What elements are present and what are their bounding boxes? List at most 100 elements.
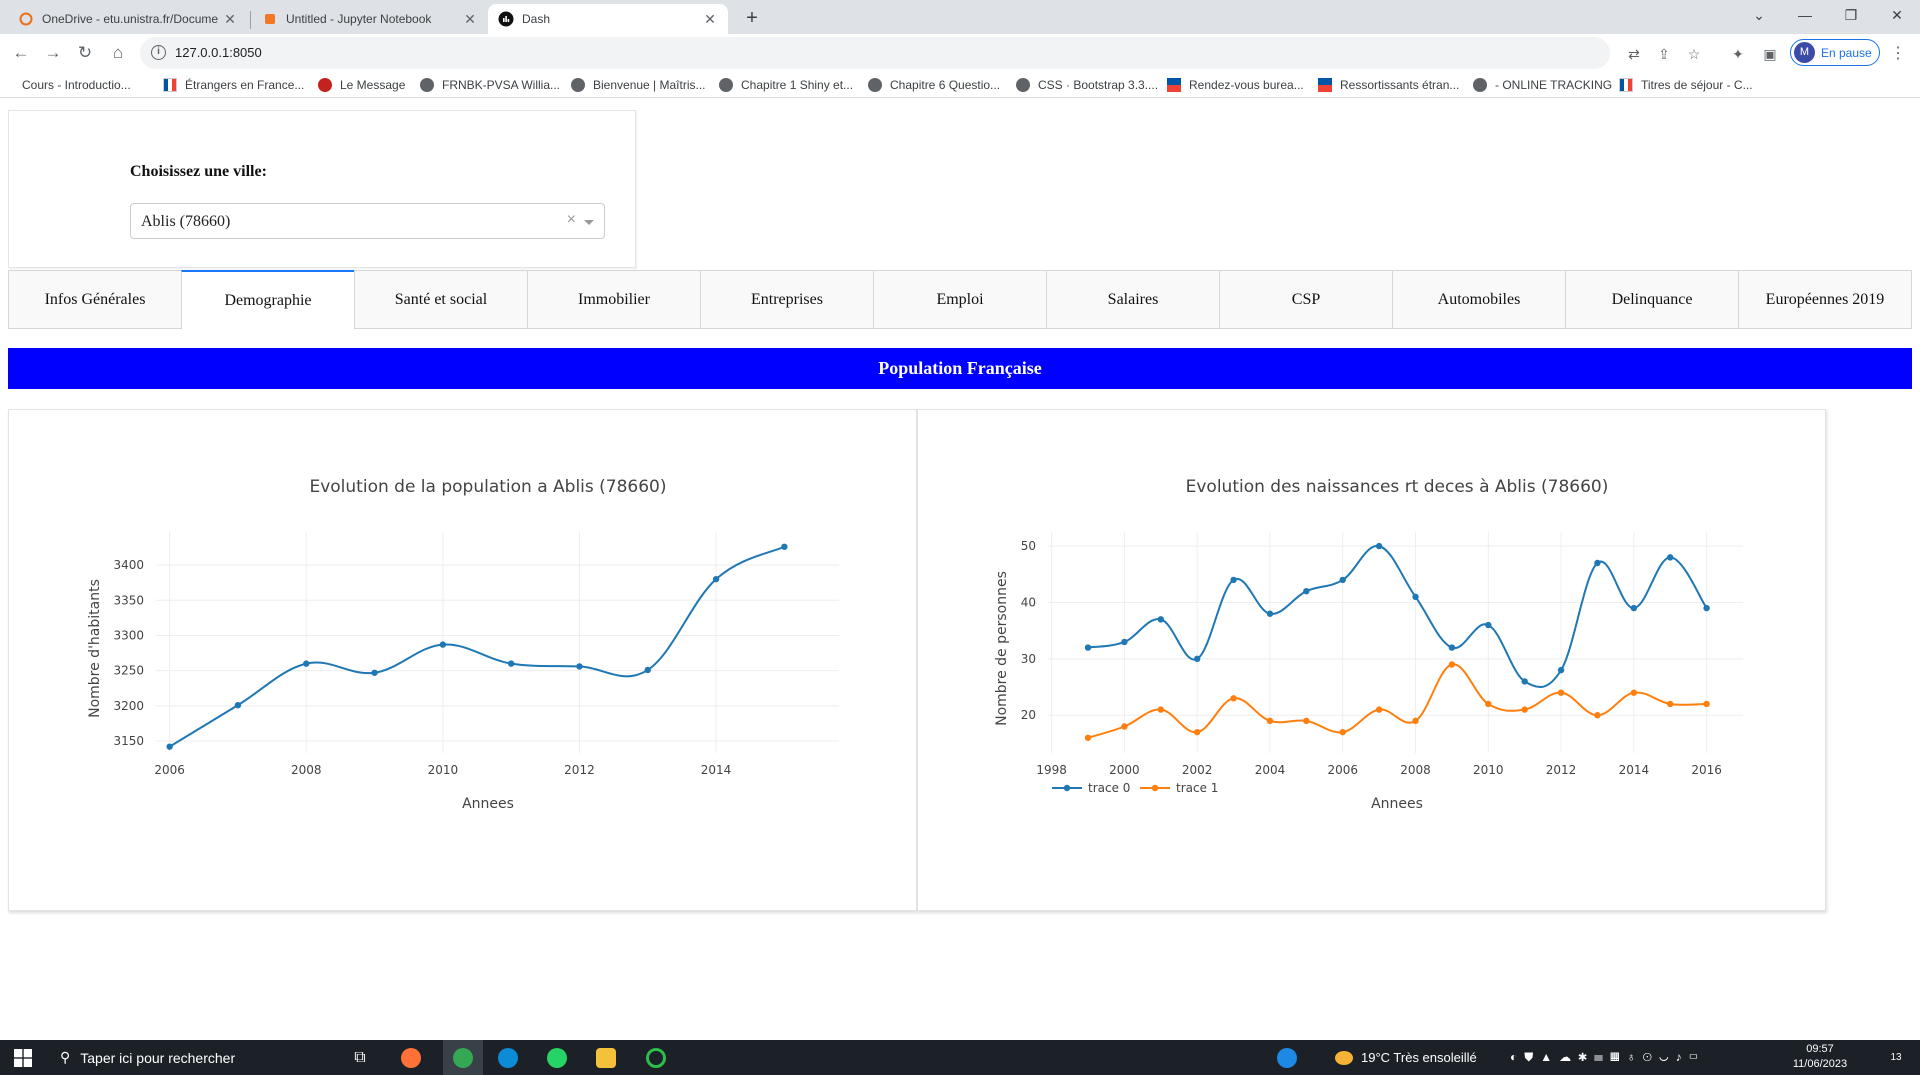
data-point — [1375, 542, 1383, 550]
reload-icon[interactable]: ↻ — [71, 39, 99, 67]
extensions-icon[interactable]: ✦ — [1727, 43, 1749, 65]
new-tab-button[interactable]: + — [738, 4, 766, 32]
y-tick-label: 3250 — [113, 664, 144, 678]
births-deaths-chart[interactable]: Evolution des naissances rt deces à Abli… — [918, 410, 1825, 910]
whatsapp-icon[interactable] — [541, 1040, 573, 1075]
x-tick-label: 2008 — [291, 763, 322, 777]
y-tick-label: 3400 — [113, 558, 144, 572]
tab-emploi[interactable]: Emploi — [873, 270, 1046, 329]
legend-marker — [1151, 784, 1159, 792]
notification-icon[interactable]: 13 — [1878, 1040, 1914, 1075]
taskbar-search[interactable]: ⚲ Taper ici pour rechercher — [50, 1040, 350, 1075]
bookmark-item[interactable]: Rendez-vous burea... — [1167, 76, 1304, 94]
chart-title: Evolution de la population a Ablis (7866… — [309, 477, 666, 497]
x-tick-label: 2014 — [1619, 763, 1650, 777]
tab-automobiles[interactable]: Automobiles — [1392, 270, 1565, 329]
bookmark-item[interactable]: - ONLINE TRACKING — [1473, 76, 1612, 94]
x-tick-label: 2006 — [1327, 763, 1358, 777]
browser-tab-onedrive[interactable]: OneDrive - etu.unistra.fr/Docume ✕ — [8, 4, 248, 34]
tab-immobilier[interactable]: Immobilier — [527, 270, 700, 329]
data-point — [1594, 559, 1601, 567]
tab-title: OneDrive - etu.unistra.fr/Docume — [42, 12, 219, 26]
data-point — [507, 660, 515, 667]
site-info-icon[interactable]: i — [151, 45, 166, 60]
file-explorer-icon[interactable] — [590, 1040, 622, 1075]
births-deaths-chart-card: Evolution des naissances rt deces à Abli… — [917, 409, 1826, 911]
bookmark-item[interactable]: Bienvenue | Maîtris... — [571, 76, 706, 94]
close-window-button[interactable]: ✕ — [1874, 0, 1920, 30]
tab-entreprises[interactable]: Entreprises — [700, 270, 873, 329]
close-icon[interactable]: ✕ — [222, 11, 238, 28]
app-icon[interactable] — [640, 1040, 672, 1075]
translate-icon[interactable]: ⇄ — [1623, 43, 1645, 65]
restore-button[interactable]: ❐ — [1828, 0, 1874, 30]
data-point — [1266, 717, 1274, 725]
tab-delinquance[interactable]: Delinquance — [1565, 270, 1738, 329]
bookmark-item[interactable]: Le Message — [318, 76, 405, 94]
jupyter-icon — [262, 11, 278, 27]
address-bar[interactable]: i 127.0.0.1:8050 ⇄ ⇪ ☆ — [140, 37, 1700, 69]
home-icon[interactable]: ⌂ — [104, 39, 132, 67]
side-panel-icon[interactable]: ▣ — [1759, 43, 1781, 65]
series-line — [1087, 663, 1707, 739]
legend-label: trace 0 — [1088, 781, 1130, 795]
url-text: 127.0.0.1:8050 — [175, 45, 262, 60]
back-icon[interactable]: ← — [7, 39, 35, 67]
chrome-icon[interactable] — [443, 1040, 483, 1075]
tab-sante-et-social[interactable]: Santé et social — [354, 270, 527, 329]
task-view-icon[interactable]: ⧉ — [345, 1040, 375, 1075]
bookmark-item[interactable]: Étrangers en France... — [163, 76, 304, 94]
data-point — [1303, 587, 1310, 595]
weather-text: 19°C Très ensoleillé — [1361, 1050, 1477, 1065]
data-point — [1557, 666, 1565, 674]
bookmark-item[interactable]: CSS · Bootstrap 3.3.... — [1016, 76, 1158, 94]
weather-widget[interactable]: 19°C Très ensoleillé — [1335, 1040, 1477, 1075]
data-point — [1193, 728, 1201, 736]
flag-icon — [163, 78, 177, 92]
population-chart[interactable]: Evolution de la population a Ablis (7866… — [9, 410, 916, 910]
minimize-button[interactable]: — — [1782, 0, 1828, 30]
bookmark-item[interactable]: Titres de séjour - C... — [1619, 76, 1753, 94]
tab-europeennes-2019[interactable]: Européennes 2019 — [1738, 270, 1912, 329]
clear-icon[interactable]: × — [567, 211, 576, 229]
profile-button[interactable]: M En pause — [1790, 39, 1880, 66]
data-point — [1667, 700, 1674, 708]
menu-icon[interactable]: ⋮ — [1890, 43, 1906, 63]
start-button[interactable] — [0, 1040, 46, 1075]
bookmark-item[interactable]: Cours - Introductio... — [12, 76, 131, 94]
tab-search-icon[interactable]: ⌄ — [1736, 0, 1782, 30]
firefox-icon[interactable] — [395, 1040, 427, 1075]
browser-tab-dash[interactable]: Dash ✕ — [488, 4, 728, 34]
clock[interactable]: 09:57 11/06/2023 — [1785, 1042, 1855, 1072]
edge-icon[interactable] — [492, 1040, 524, 1075]
chevron-down-icon[interactable] — [584, 220, 594, 225]
bookmark-star-icon[interactable]: ☆ — [1683, 43, 1705, 65]
bookmark-item[interactable]: Ressortissants étran... — [1318, 76, 1459, 94]
tab-salaires[interactable]: Salaires — [1046, 270, 1219, 329]
browser-tab-jupyter[interactable]: Untitled - Jupyter Notebook ✕ — [252, 4, 488, 34]
forward-icon[interactable]: → — [39, 39, 67, 67]
tab-demographie[interactable]: Demographie — [181, 270, 354, 329]
data-point — [1557, 689, 1565, 696]
data-point — [712, 575, 720, 583]
tab-csp[interactable]: CSP — [1219, 270, 1392, 329]
y-tick-label: 40 — [1021, 595, 1036, 609]
bookmark-item[interactable]: FRNBK-PVSA Willia... — [420, 76, 560, 94]
share-icon[interactable]: ⇪ — [1653, 43, 1675, 65]
y-tick-label: 3300 — [113, 628, 144, 642]
tab-infos-generales[interactable]: Infos Générales — [8, 270, 181, 329]
close-icon[interactable]: ✕ — [702, 11, 718, 28]
city-dropdown[interactable]: Ablis (78660) × — [130, 203, 605, 239]
bookmark-item[interactable]: Chapitre 1 Shiny et... — [719, 76, 853, 94]
data-point — [781, 543, 788, 550]
flag-icon — [1167, 78, 1181, 92]
globe-icon — [571, 78, 585, 92]
data-point — [1594, 712, 1601, 719]
y-tick-label: 30 — [1021, 652, 1036, 666]
bookmark-item[interactable]: Chapitre 6 Questio... — [868, 76, 1000, 94]
clock-time: 09:57 — [1806, 1043, 1834, 1055]
system-tray[interactable]: ◐⛊▲☁✱☰▦♁⊙◡♪▭ — [1510, 1040, 1705, 1075]
help-icon[interactable] — [1272, 1040, 1302, 1075]
data-point — [1121, 723, 1128, 730]
close-icon[interactable]: ✕ — [462, 11, 478, 28]
